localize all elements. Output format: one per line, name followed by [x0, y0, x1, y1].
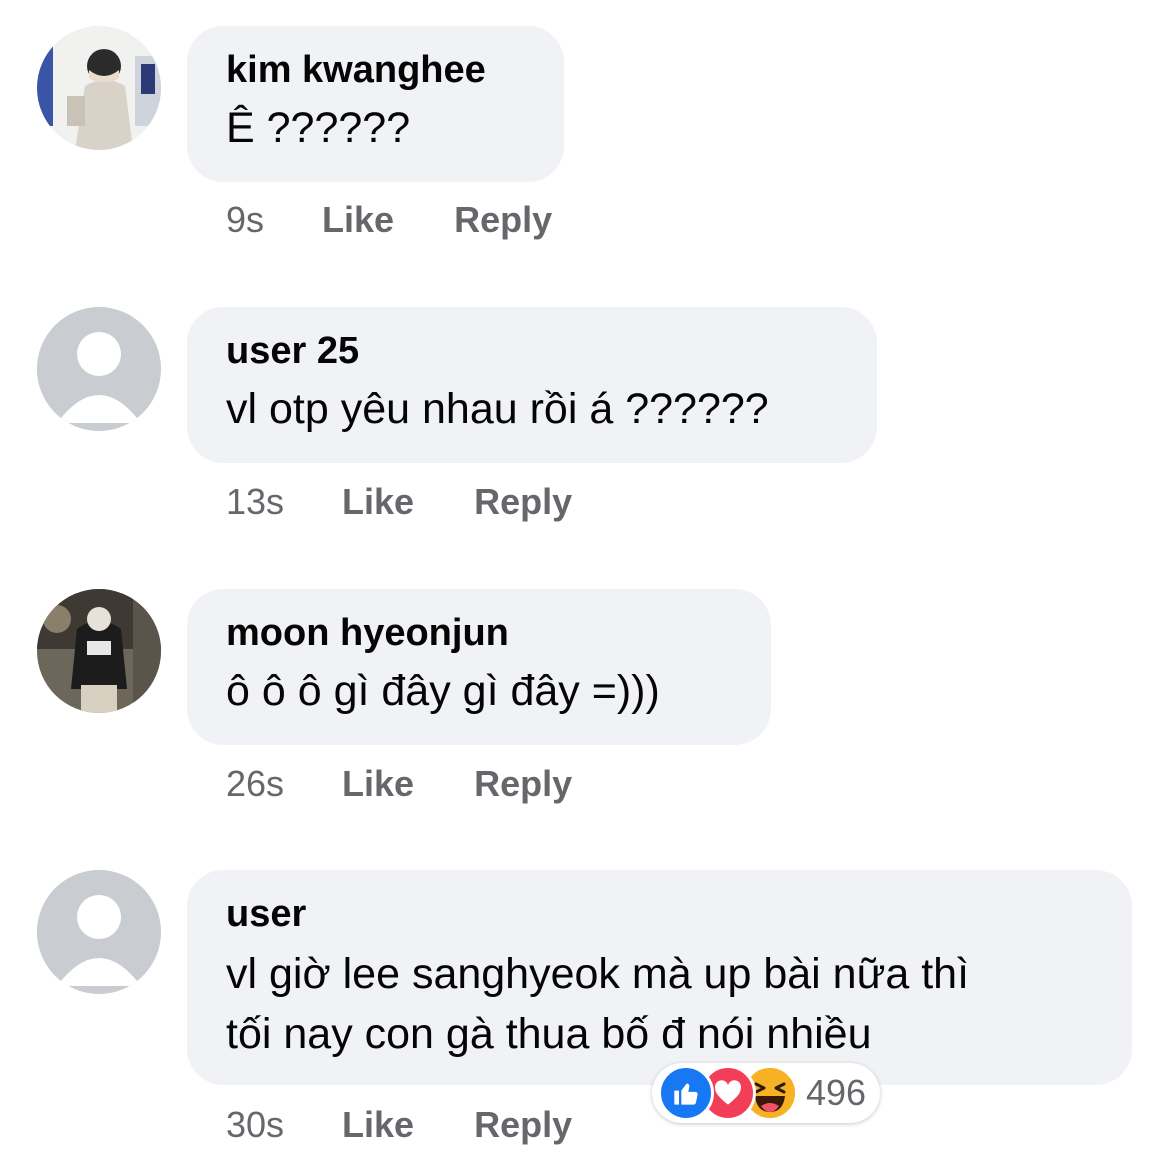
avatar[interactable] [37, 26, 161, 150]
like-reaction-icon [658, 1065, 714, 1121]
comment-author[interactable]: user 25 [226, 327, 839, 375]
comment-author[interactable]: moon hyeonjun [226, 609, 733, 657]
comment-text-line: tối nay con gà thua bố đ nói nhiều [226, 1010, 872, 1058]
comment-bubble: user 25 vl otp yêu nhau rồi á ?????? [187, 307, 877, 463]
comment-actions: 9s Like Reply [226, 198, 552, 242]
comment-author[interactable]: kim kwanghee [226, 46, 526, 94]
comment-text: ô ô ô gì đây gì đây =))) [226, 667, 660, 715]
comment-bubble: user vl giờ lee sanghyeok mà up bài nữa … [187, 870, 1132, 1085]
avatar[interactable] [37, 307, 161, 431]
reply-button[interactable]: Reply [474, 763, 572, 805]
reply-button[interactable]: Reply [454, 199, 552, 241]
comment-time[interactable]: 26s [226, 763, 284, 805]
avatar[interactable] [37, 870, 161, 994]
like-button[interactable]: Like [342, 1104, 414, 1146]
reply-button[interactable]: Reply [474, 481, 572, 523]
default-avatar-icon [37, 870, 161, 994]
comment-text: vl otp yêu nhau rồi á ?????? [226, 385, 769, 433]
comment-time[interactable]: 9s [226, 199, 264, 241]
comment-text: vl giờ lee sanghyeok mà up bài nữa thì t… [226, 944, 1094, 1064]
comment-bubble: moon hyeonjun ô ô ô gì đây gì đây =))) [187, 589, 771, 745]
like-button[interactable]: Like [322, 199, 394, 241]
comment-time[interactable]: 13s [226, 481, 284, 523]
comment-actions: 30s Like Reply [226, 1103, 572, 1147]
avatar[interactable] [37, 589, 161, 713]
comment-bubble: kim kwanghee Ê ?????? [187, 26, 564, 182]
comment-text-line: vl giờ lee sanghyeok mà up bài nữa thì [226, 950, 970, 998]
reactions-summary[interactable]: 496 [652, 1063, 881, 1123]
comment-text: Ê ?????? [226, 104, 411, 152]
like-button[interactable]: Like [342, 763, 414, 805]
comment-time[interactable]: 30s [226, 1104, 284, 1146]
comment-actions: 13s Like Reply [226, 480, 572, 524]
like-button[interactable]: Like [342, 481, 414, 523]
comment-actions: 26s Like Reply [226, 762, 572, 806]
reaction-count: 496 [806, 1072, 867, 1113]
photo-avatar-icon [37, 26, 161, 150]
default-avatar-icon [37, 307, 161, 431]
comment-author[interactable]: user [226, 890, 1094, 938]
reply-button[interactable]: Reply [474, 1104, 572, 1146]
photo-avatar-icon [37, 589, 161, 713]
